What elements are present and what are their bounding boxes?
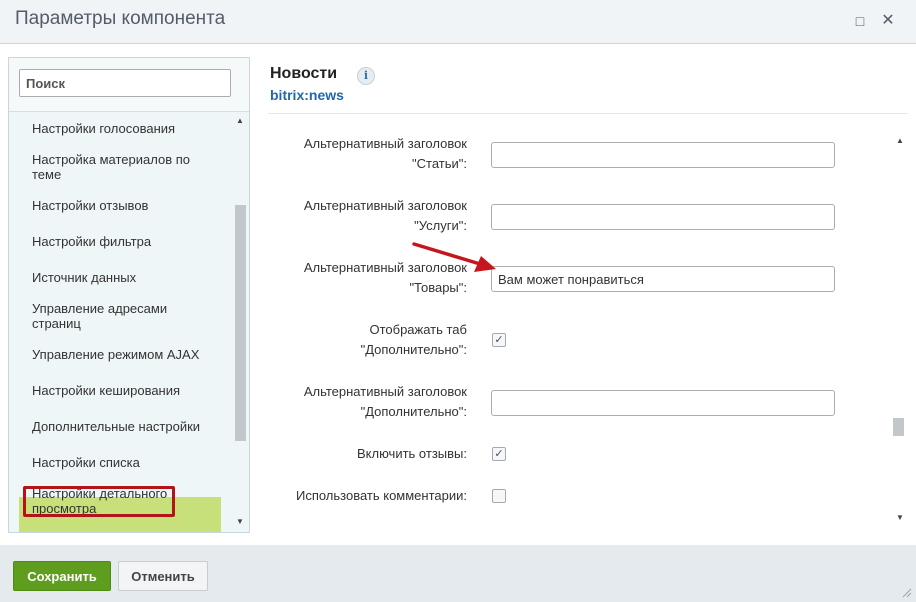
alt-title-additional-input[interactable] — [491, 390, 835, 416]
sidebar-item-voting[interactable]: Настройки голосования — [32, 121, 212, 136]
alt-title-products-input[interactable] — [491, 266, 835, 292]
field-label: Отображать таб "Дополнительно": — [360, 322, 467, 357]
field-label: Альтернативный заголовок "Услуги": — [303, 198, 467, 233]
sidebar-item-caching[interactable]: Настройки кеширования — [32, 383, 212, 398]
scroll-up-arrow[interactable]: ▲ — [234, 116, 246, 125]
use-comments-checkbox[interactable] — [492, 489, 506, 503]
form-scrollbar-thumb[interactable] — [893, 418, 904, 436]
sidebar-item-additional[interactable]: Дополнительные настройки — [32, 419, 212, 434]
sidebar-item-filter[interactable]: Настройки фильтра — [32, 234, 212, 249]
sidebar-item-ajax-mode[interactable]: Управление режимом AJAX — [32, 347, 212, 362]
window-title: Параметры компонента — [15, 8, 226, 29]
sidebar-item-related-materials[interactable]: Настройка материалов по теме — [32, 152, 212, 182]
settings-sidebar: Настройки голосования Настройка материал… — [8, 57, 250, 533]
info-icon[interactable]: i — [357, 67, 375, 85]
save-button[interactable]: Сохранить — [13, 561, 111, 591]
highlight-box — [23, 486, 175, 517]
sidebar-item-page-urls[interactable]: Управление адресами страниц — [32, 301, 212, 331]
dialog-body: Настройки голосования Настройка материал… — [0, 44, 916, 545]
params-form: Альтернативный заголовок "Статьи": Альтер… — [268, 129, 906, 526]
check-icon: ✓ — [494, 448, 504, 460]
maximize-icon[interactable]: □ — [851, 12, 869, 30]
search-area — [9, 58, 249, 112]
close-icon[interactable]: ✕ — [879, 12, 897, 30]
component-code: bitrix:news — [270, 87, 344, 103]
show-tab-additional-checkbox[interactable]: ✓ — [492, 333, 506, 347]
field-label: Включить отзывы: — [357, 446, 467, 461]
sidebar-scrollbar-thumb[interactable] — [235, 205, 246, 441]
sidebar-item-list[interactable]: Настройки списка — [32, 455, 212, 470]
search-input[interactable] — [19, 69, 231, 97]
field-label: Использовать комментарии: — [295, 488, 467, 503]
header-divider — [268, 113, 908, 114]
field-label: Альтернативный заголовок "Дополнительно": — [303, 384, 467, 419]
field-label: Альтернативный заголовок "Статьи": — [303, 136, 467, 171]
resize-handle-icon[interactable] — [902, 588, 912, 598]
scroll-up-arrow[interactable]: ▲ — [896, 136, 904, 145]
window-titlebar: Параметры компонента □ ✕ — [0, 0, 916, 44]
annotation-arrow-icon — [412, 242, 496, 272]
sidebar-item-reviews[interactable]: Настройки отзывов — [32, 198, 212, 213]
sidebar-item-data-source[interactable]: Источник данных — [32, 270, 212, 285]
component-title: Новости — [270, 65, 338, 82]
check-icon: ✓ — [494, 334, 504, 346]
scroll-down-arrow[interactable]: ▼ — [896, 513, 904, 522]
scroll-down-arrow[interactable]: ▼ — [234, 517, 246, 526]
alt-title-services-input[interactable] — [491, 204, 835, 230]
alt-title-articles-input[interactable] — [491, 142, 835, 168]
cancel-button[interactable]: Отменить — [118, 561, 208, 591]
dialog-footer: Сохранить Отменить — [0, 545, 916, 602]
enable-reviews-checkbox[interactable]: ✓ — [492, 447, 506, 461]
